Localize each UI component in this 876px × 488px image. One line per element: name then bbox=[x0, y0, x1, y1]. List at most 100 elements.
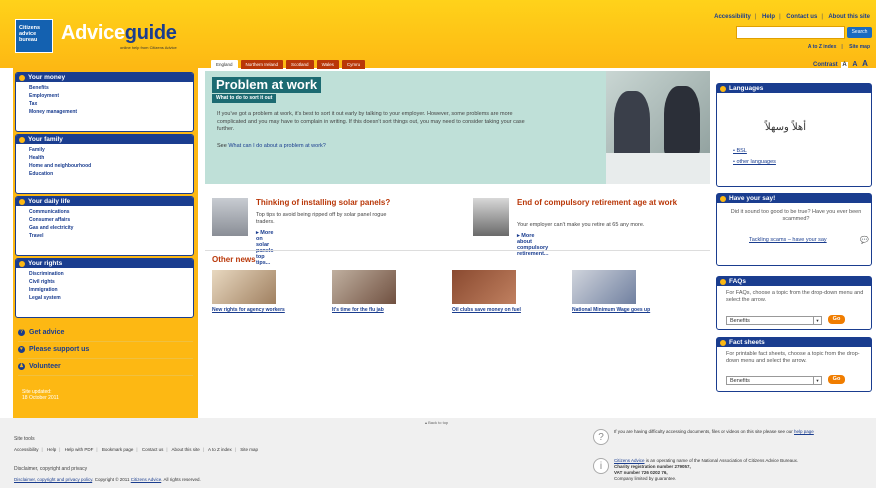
nav-heading[interactable]: Your daily life bbox=[16, 197, 193, 206]
copyright-ca-link[interactable]: Citizens Advice bbox=[131, 477, 162, 482]
news-image[interactable] bbox=[452, 270, 516, 304]
bullet-icon bbox=[19, 260, 25, 267]
nav-item-legal-system[interactable]: Legal system bbox=[29, 294, 193, 302]
help-link[interactable]: Help bbox=[762, 14, 775, 20]
facts-topic-select[interactable]: Benefits ▼ bbox=[726, 376, 822, 385]
nav-your-family: Your family Family Health Home and neighbo… bbox=[15, 134, 194, 194]
hero-see-line: See What can I do about a problem at wor… bbox=[217, 143, 326, 149]
footer-accessibility-link[interactable]: Accessibility bbox=[14, 447, 39, 452]
hero-title: Problem at work bbox=[212, 77, 322, 93]
promo-title[interactable]: End of compulsory retirement age at work bbox=[517, 198, 707, 208]
adviceguide-brand[interactable]: Adviceguide bbox=[61, 22, 177, 45]
about-site-link[interactable]: About this site bbox=[828, 14, 870, 20]
bsl-link[interactable]: • BSL bbox=[733, 148, 747, 154]
search-button[interactable]: Search bbox=[847, 27, 872, 38]
nav-item-employment[interactable]: Employment bbox=[29, 92, 193, 100]
problem-at-work-link[interactable]: What can I do about a problem at work? bbox=[228, 143, 326, 149]
retirement-promo-image[interactable] bbox=[473, 198, 509, 236]
nav-heading-label: Your daily life bbox=[28, 198, 71, 205]
footer-contact-link[interactable]: Contact us bbox=[142, 447, 164, 452]
nav-item-tax[interactable]: Tax bbox=[29, 100, 193, 108]
tab-northern-ireland[interactable]: Northern Ireland bbox=[240, 60, 284, 69]
nav-heading[interactable]: Your family bbox=[16, 135, 193, 144]
contrast-label: Contrast bbox=[813, 62, 838, 68]
nav-item-health[interactable]: Health bbox=[29, 154, 193, 162]
text-size-medium-button[interactable]: A bbox=[852, 61, 857, 68]
news-item[interactable]: New rights for agency workers bbox=[212, 270, 285, 313]
get-advice-label: Get advice bbox=[29, 329, 65, 336]
say-text: Did it sound too good to be true? Have y… bbox=[730, 209, 862, 222]
support-us-link[interactable]: ♥ Please support us bbox=[18, 346, 89, 353]
help-page-link[interactable]: help page bbox=[794, 429, 814, 434]
disclaimer-link[interactable]: Disclaimer, copyright and privacy policy bbox=[14, 477, 92, 482]
faqs-go-button[interactable]: Go bbox=[828, 315, 845, 324]
news-caption[interactable]: Oil clubs save money on fuel bbox=[452, 307, 521, 313]
news-item[interactable]: It's time for the flu jab bbox=[332, 270, 396, 313]
footer-ca-link[interactable]: Citizens Advice bbox=[614, 458, 645, 463]
footer-bookmark-link[interactable]: Bookmark page bbox=[102, 447, 134, 452]
nav-item-communications[interactable]: Communications bbox=[29, 208, 193, 216]
nav-item-travel[interactable]: Travel bbox=[29, 232, 193, 240]
back-to-top-link[interactable]: ▴ Back to top bbox=[425, 420, 448, 425]
search-input[interactable] bbox=[736, 26, 845, 39]
charity-info: Citizens Advice is an operating name of … bbox=[614, 458, 876, 482]
facts-go-button[interactable]: Go bbox=[828, 375, 845, 384]
promo-title[interactable]: Thinking of installing solar panels? bbox=[256, 198, 456, 208]
top-links: Accessibility | Help | Contact us | About t… bbox=[714, 14, 870, 20]
news-caption[interactable]: New rights for agency workers bbox=[212, 307, 285, 313]
tackling-scams-link[interactable]: Tackling scams – have your say bbox=[749, 237, 827, 243]
footer-help-link[interactable]: Help bbox=[47, 447, 56, 452]
tab-wales[interactable]: Wales bbox=[316, 60, 339, 69]
back-to-top-label: Back to top bbox=[428, 420, 449, 425]
news-item[interactable]: Oil clubs save money on fuel bbox=[452, 270, 521, 313]
nav-item-money-management[interactable]: Money management bbox=[29, 108, 193, 116]
news-image[interactable] bbox=[572, 270, 636, 304]
faqs-topic-select[interactable]: Benefits ▼ bbox=[726, 316, 822, 325]
citizens-advice-logo[interactable]: Citizens advice bureau bbox=[15, 19, 53, 53]
facts-select-value: Benefits bbox=[730, 378, 750, 384]
news-item[interactable]: National Minimum Wage goes up bbox=[572, 270, 650, 313]
box-heading: Have your say! bbox=[717, 194, 871, 203]
divider bbox=[18, 358, 193, 359]
footer-a-to-z-link[interactable]: A to Z index bbox=[208, 447, 232, 452]
footer-site-map-link[interactable]: Site map bbox=[240, 447, 258, 452]
nav-heading[interactable]: Your rights bbox=[16, 259, 193, 268]
news-image[interactable] bbox=[332, 270, 396, 304]
a-to-z-link[interactable]: A to Z index bbox=[808, 44, 836, 50]
nav-item-civil-rights[interactable]: Civil rights bbox=[29, 278, 193, 286]
news-image[interactable] bbox=[212, 270, 276, 304]
accessibility-link[interactable]: Accessibility bbox=[714, 14, 751, 20]
news-caption[interactable]: National Minimum Wage goes up bbox=[572, 307, 650, 313]
bullet-icon bbox=[720, 195, 726, 202]
nav-item-benefits[interactable]: Benefits bbox=[29, 84, 193, 92]
nav-item-education[interactable]: Education bbox=[29, 170, 193, 178]
promo-more-link[interactable]: ▸ More on solar panels top tips... bbox=[256, 230, 273, 266]
text-size-large-button[interactable]: A bbox=[862, 59, 868, 68]
contact-us-link[interactable]: Contact us bbox=[786, 14, 817, 20]
solar-promo-image[interactable] bbox=[212, 198, 248, 236]
tab-england[interactable]: England bbox=[211, 60, 238, 69]
volunteer-label: Volunteer bbox=[29, 363, 61, 370]
promo-more-link[interactable]: ▸ More about compulsory retirement... bbox=[517, 233, 548, 257]
divider bbox=[18, 341, 193, 342]
nav-item-gas-electricity[interactable]: Gas and electricity bbox=[29, 224, 193, 232]
nav-item-immigration[interactable]: Immigration bbox=[29, 286, 193, 294]
nav-item-family[interactable]: Family bbox=[29, 146, 193, 154]
contrast-normal-button[interactable]: A bbox=[841, 62, 848, 68]
copyright-end: . All rights reserved. bbox=[161, 477, 201, 482]
tab-cymru[interactable]: Cymru bbox=[341, 60, 366, 69]
nav-item-discrimination[interactable]: Discrimination bbox=[29, 270, 193, 278]
other-languages-link[interactable]: • other languages bbox=[733, 159, 776, 165]
volunteer-link[interactable]: ♟ Volunteer bbox=[18, 363, 61, 370]
bullet-icon bbox=[720, 85, 726, 92]
get-advice-link[interactable]: ? Get advice bbox=[18, 329, 64, 336]
nav-heading[interactable]: Your money bbox=[16, 73, 193, 82]
site-map-link[interactable]: Site map bbox=[849, 44, 870, 50]
footer-help-pdf-link[interactable]: Help with PDF bbox=[65, 447, 94, 452]
nav-item-home[interactable]: Home and neighbourhood bbox=[29, 162, 193, 170]
box-heading: Languages bbox=[717, 84, 871, 93]
tab-scotland[interactable]: Scotland bbox=[286, 60, 314, 69]
news-caption[interactable]: It's time for the flu jab bbox=[332, 307, 396, 313]
nav-item-consumer-affairs[interactable]: Consumer affairs bbox=[29, 216, 193, 224]
footer-about-link[interactable]: About this site bbox=[172, 447, 200, 452]
